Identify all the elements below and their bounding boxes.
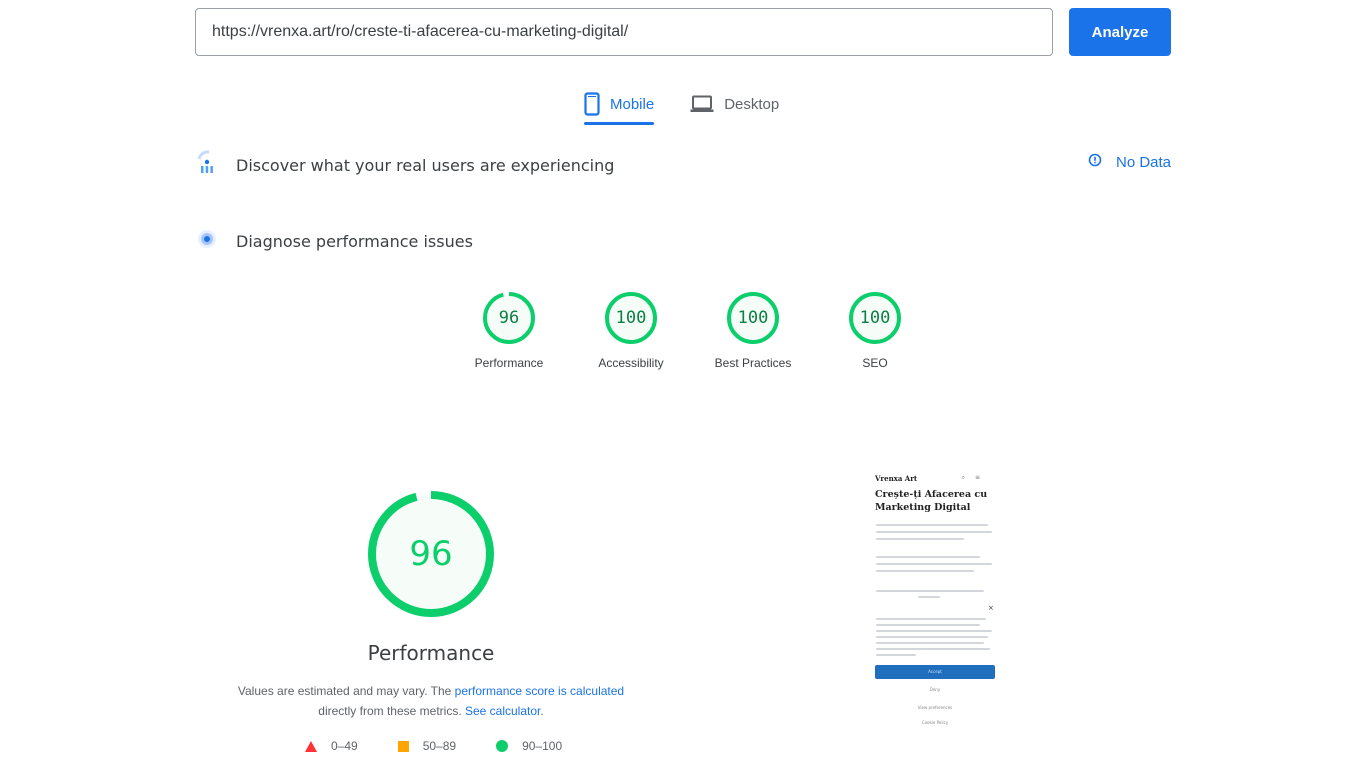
gauge-score: 96 [498, 308, 520, 328]
smartphone-icon [584, 92, 600, 116]
thumb-text-line [876, 538, 964, 540]
thumb-brand: Vrenxa Art [875, 474, 918, 483]
gauge-label: SEO [862, 356, 888, 370]
gauge-score: 100 [737, 308, 769, 328]
lab-data-title: Diagnose performance issues [236, 232, 473, 251]
thumb-header-icons: ⌕≡ [961, 474, 990, 481]
thumb-text-line [876, 590, 984, 592]
gauge-score: 100 [859, 308, 891, 328]
field-data-section: Discover what your real users are experi… [196, 150, 614, 181]
performance-note: Values are estimated and may vary. The p… [221, 681, 641, 721]
performance-big-score: 96 [409, 534, 453, 574]
page-screenshot-thumbnail: Vrenxa Art ⌕≡ Crește-ți Afacerea cu Mark… [866, 468, 1004, 730]
thumb-text-line [876, 570, 974, 572]
no-data-label: No Data [1116, 153, 1172, 171]
score-legend: 0–49 50–89 90–100 [305, 739, 602, 753]
info-circle-icon [1088, 153, 1102, 171]
thumb-text-line [876, 648, 990, 650]
lighthouse-icon [196, 228, 218, 255]
tab-mobile-label: Mobile [610, 95, 655, 113]
tab-mobile[interactable]: Mobile [584, 84, 655, 125]
gauge-label: Performance [474, 356, 544, 370]
thumb-text-line [876, 618, 986, 620]
gauge-label: Accessibility [598, 356, 664, 370]
triangle-icon [305, 740, 317, 752]
gauge-best-practices[interactable]: 100 Best Practices [692, 292, 814, 370]
device-tabs: Mobile Desktop [584, 84, 779, 125]
tab-desktop[interactable]: Desktop [690, 84, 779, 124]
crux-users-icon [196, 150, 218, 181]
legend-average: 50–89 [397, 739, 457, 753]
legend-range: 0–49 [331, 739, 358, 753]
square-icon [397, 740, 409, 752]
performance-title: Performance [367, 641, 495, 665]
field-data-title: Discover what your real users are experi… [236, 156, 615, 175]
thumb-text-line [876, 624, 980, 626]
thumb-text-line [876, 563, 992, 565]
thumb-text-line [876, 531, 992, 533]
gauge-performance[interactable]: 96 Performance [448, 292, 570, 370]
no-data-status[interactable]: No Data [1088, 153, 1171, 171]
legend-fail: 0–49 [305, 739, 358, 753]
thumb-text-line [876, 636, 988, 638]
circle-icon [496, 740, 509, 752]
performance-big-gauge: 96 [368, 491, 494, 617]
laptop-icon [690, 95, 714, 113]
gauge-label: Best Practices [714, 356, 792, 370]
lab-data-section: Diagnose performance issues [196, 228, 473, 255]
thumb-text-line [876, 630, 992, 632]
gauge-score: 100 [615, 308, 647, 328]
thumb-text-line [876, 524, 988, 526]
thumb-text-line [876, 654, 916, 656]
thumb-close-icon: × [988, 604, 994, 612]
thumb-heading: Crește-ți Afacerea cu Marketing Digital [875, 489, 988, 513]
analyze-button[interactable]: Analyze [1069, 8, 1171, 56]
score-calculated-link[interactable]: performance score is calculated [455, 684, 624, 698]
thumb-deny: Deny [929, 687, 941, 692]
thumb-policy: Cookie Policy [921, 720, 949, 725]
thumb-accept-button: Accept [875, 665, 995, 679]
thumb-text-line [876, 642, 984, 644]
score-gauges: 96 Performance 100 Accessibility 100 Bes… [448, 292, 936, 370]
legend-pass: 90–100 [496, 739, 562, 753]
gauge-accessibility[interactable]: 100 Accessibility [570, 292, 692, 370]
thumb-text-line [918, 596, 940, 598]
legend-range: 90–100 [522, 739, 563, 753]
tab-desktop-label: Desktop [724, 95, 780, 113]
note-text: . [540, 704, 544, 718]
gauge-seo[interactable]: 100 SEO [814, 292, 936, 370]
legend-range: 50–89 [422, 739, 457, 753]
url-input[interactable] [195, 8, 1053, 56]
note-text: Values are estimated and may vary. The [237, 684, 455, 698]
thumb-text-line [876, 556, 980, 558]
see-calculator-link[interactable]: See calculator [465, 704, 540, 718]
thumb-preferences: View preferences [917, 705, 953, 710]
note-text: directly from these metrics. [318, 704, 465, 718]
